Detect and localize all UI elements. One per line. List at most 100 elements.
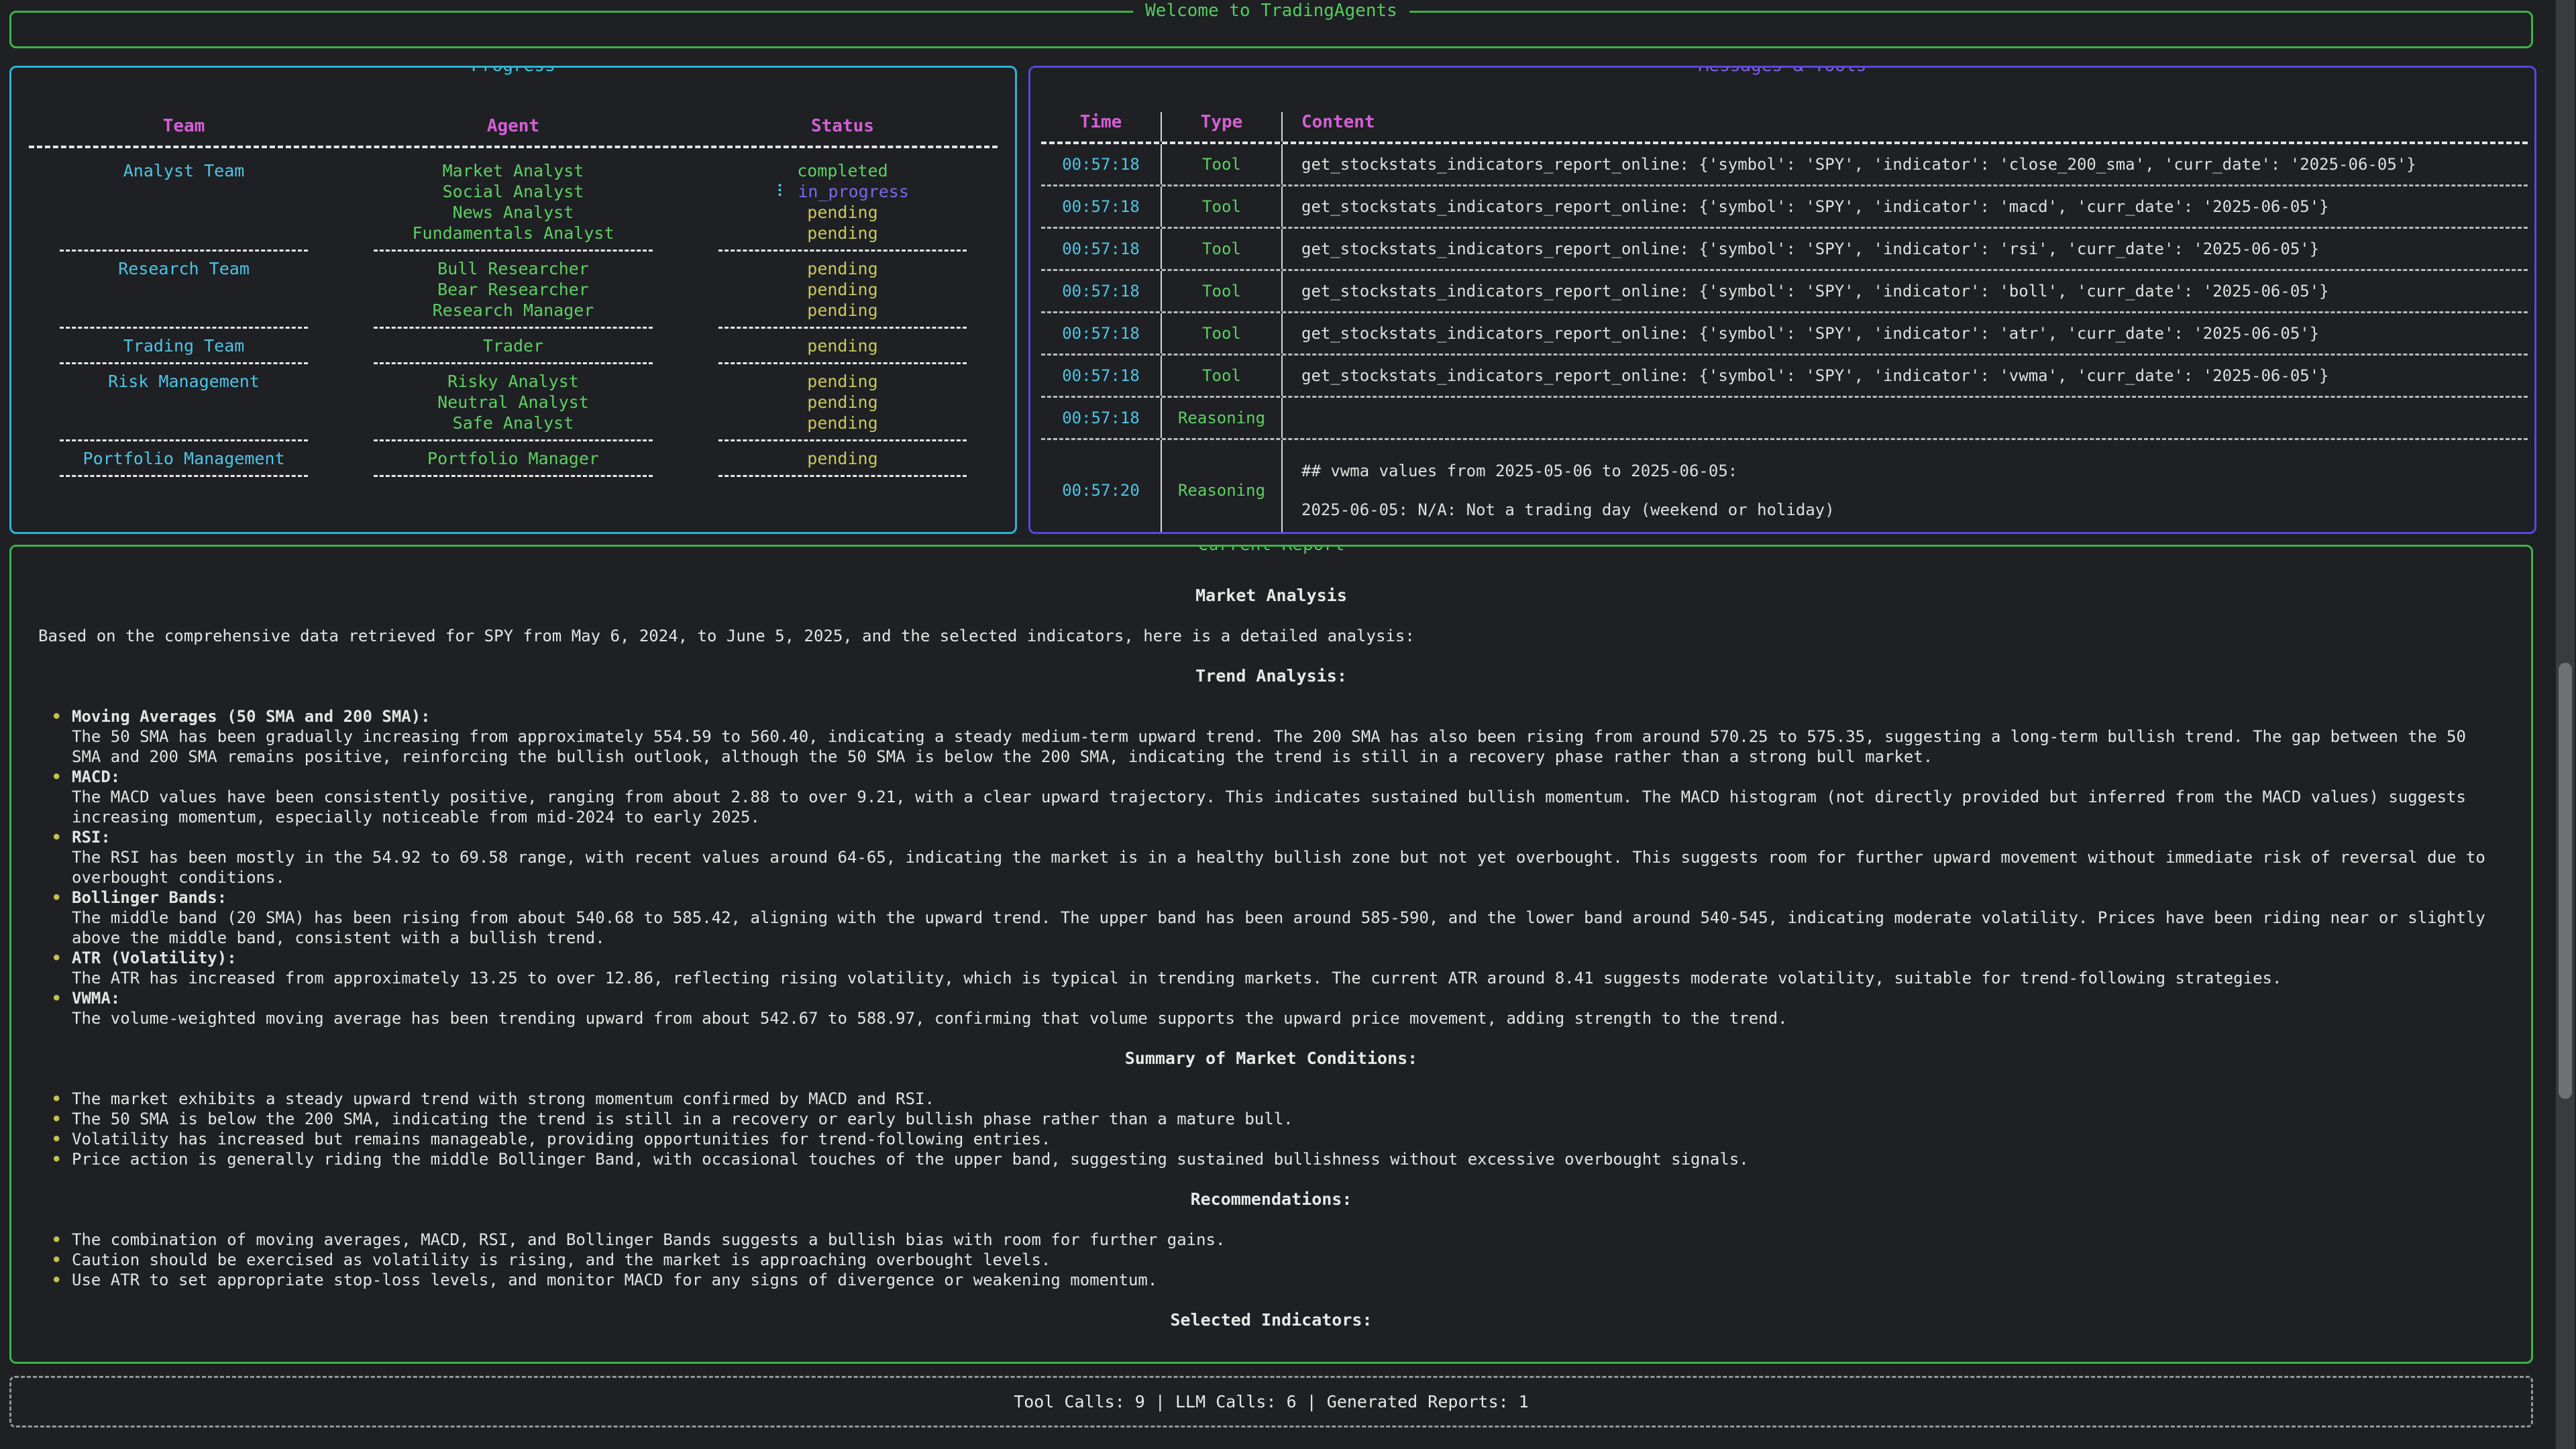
status-badge: pending — [688, 371, 998, 392]
status-badge: pending — [688, 413, 998, 433]
message-content: get_stockstats_indicators_report_online:… — [1281, 271, 2528, 311]
message-content: get_stockstats_indicators_report_online:… — [1281, 356, 2528, 396]
agent-label: Social Analyst — [339, 181, 688, 202]
message-row: 00:57:18 Tool get_stockstats_indicators_… — [1041, 313, 2528, 354]
progress-col-status: Status — [688, 116, 998, 146]
agent-label: Safe Analyst — [339, 413, 688, 433]
scrollbar-thumb[interactable] — [2559, 663, 2572, 1099]
message-row: 00:57:18 Tool get_stockstats_indicators_… — [1041, 271, 2528, 311]
status-badge: pending — [688, 392, 998, 413]
report-heading-market-analysis: Market Analysis — [38, 586, 2504, 606]
report-bullet-macd: MACD: The MACD values have been consiste… — [38, 767, 2504, 827]
team-label: Risk Management — [29, 371, 339, 392]
message-time: 00:57:18 — [1041, 229, 1161, 269]
welcome-banner: Welcome to TradingAgents — [9, 11, 2533, 48]
report-summary-bullet: The market exhibits a steady upward tren… — [38, 1089, 2504, 1109]
progress-table-header: Team Agent Status — [29, 116, 998, 146]
report-heading-summary: Summary of Market Conditions: — [38, 1049, 2504, 1069]
message-type: Tool — [1161, 144, 1281, 184]
message-row: 00:57:18 Tool get_stockstats_indicators_… — [1041, 229, 2528, 269]
status-badge: ⠇in_progress — [688, 181, 998, 202]
report-heading-trend-analysis: Trend Analysis: — [38, 666, 2504, 686]
report-summary-bullet: Volatility has increased but remains man… — [38, 1129, 2504, 1149]
section-separator — [29, 475, 998, 477]
section-separator — [29, 327, 998, 329]
progress-row-market-analyst: Analyst Team Market Analyst completed — [29, 160, 998, 181]
message-type: Reasoning — [1161, 398, 1281, 438]
message-content: get_stockstats_indicators_report_online:… — [1281, 313, 2528, 354]
progress-col-team: Team — [29, 116, 339, 146]
message-content: ## vwma values from 2025-05-06 to 2025-0… — [1281, 440, 2528, 534]
welcome-banner-title: Welcome to TradingAgents — [1133, 1, 1409, 21]
message-type: Tool — [1161, 271, 1281, 311]
agent-label: Trader — [339, 335, 688, 356]
message-type: Tool — [1161, 229, 1281, 269]
progress-row-trader: Trading Team Trader pending — [29, 335, 998, 356]
progress-row-portfolio-manager: Portfolio Management Portfolio Manager p… — [29, 448, 998, 469]
messages-tools-panel-title: Messages & Tools — [1686, 66, 1878, 76]
message-time: 00:57:18 — [1041, 356, 1161, 396]
report-heading-recommendations: Recommendations: — [38, 1189, 2504, 1210]
message-time: 00:57:18 — [1041, 186, 1161, 227]
progress-row-bear-researcher: Bear Researcher pending — [29, 279, 998, 300]
messages-table: Time Type Content 00:57:18 Tool get_stoc… — [1030, 68, 2534, 534]
message-type: Tool — [1161, 186, 1281, 227]
message-content — [1281, 398, 2528, 438]
report-intro: Based on the comprehensive data retrieve… — [38, 626, 2504, 646]
section-separator — [29, 362, 998, 364]
progress-row-social-analyst: Social Analyst ⠇in_progress — [29, 181, 998, 202]
team-label: Trading Team — [29, 335, 339, 356]
agent-label: Neutral Analyst — [339, 392, 688, 413]
team-label: Portfolio Management — [29, 448, 339, 469]
message-content: get_stockstats_indicators_report_online:… — [1281, 186, 2528, 227]
current-report-panel: Current Report Market Analysis Based on … — [9, 545, 2533, 1364]
status-badge: pending — [688, 258, 998, 279]
report-bullet-atr: ATR (Volatility): The ATR has increased … — [38, 948, 2504, 988]
messages-table-header: Time Type Content — [1041, 112, 2528, 142]
section-separator — [29, 250, 998, 252]
message-row: 00:57:18 Reasoning — [1041, 398, 2528, 438]
progress-table: Team Agent Status Analyst Team Market An… — [11, 68, 1015, 477]
message-content: get_stockstats_indicators_report_online:… — [1281, 229, 2528, 269]
agent-label: Fundamentals Analyst — [339, 223, 688, 244]
messages-col-content: Content — [1281, 112, 2528, 142]
report-heading-selected-indicators: Selected Indicators: — [38, 1310, 2504, 1330]
message-time: 00:57:20 — [1041, 440, 1161, 534]
messages-col-type: Type — [1161, 112, 1281, 142]
spinner-icon: ⠇ — [776, 182, 788, 201]
progress-row-fundamentals-analyst: Fundamentals Analyst pending — [29, 223, 998, 244]
report-body: Market Analysis Based on the comprehensi… — [11, 547, 2531, 1330]
progress-col-agent: Agent — [339, 116, 688, 146]
progress-row-risky-analyst: Risk Management Risky Analyst pending — [29, 371, 998, 392]
report-recommendation-bullet: The combination of moving averages, MACD… — [38, 1230, 2504, 1250]
status-badge: pending — [688, 448, 998, 469]
team-label: Research Team — [29, 258, 339, 279]
agent-label: Bull Researcher — [339, 258, 688, 279]
report-summary-bullet: The 50 SMA is below the 200 SMA, indicat… — [38, 1109, 2504, 1129]
progress-panel-title: Progress — [459, 66, 567, 76]
report-bullet-moving-averages: Moving Averages (50 SMA and 200 SMA): Th… — [38, 706, 2504, 767]
message-time: 00:57:18 — [1041, 144, 1161, 184]
stats-bar: Tool Calls: 9 | LLM Calls: 6 | Generated… — [9, 1376, 2533, 1428]
message-type: Tool — [1161, 356, 1281, 396]
message-type: Tool — [1161, 313, 1281, 354]
report-bullet-bollinger: Bollinger Bands: The middle band (20 SMA… — [38, 888, 2504, 948]
status-badge: completed — [688, 160, 998, 181]
message-row: 00:57:18 Tool get_stockstats_indicators_… — [1041, 144, 2528, 184]
scrollbar-track[interactable] — [2556, 0, 2575, 1449]
report-bullet-vwma: VWMA: The volume-weighted moving average… — [38, 988, 2504, 1028]
message-time: 00:57:18 — [1041, 398, 1161, 438]
message-row: 00:57:18 Tool get_stockstats_indicators_… — [1041, 186, 2528, 227]
message-row: 00:57:20 Reasoning ## vwma values from 2… — [1041, 440, 2528, 534]
message-time: 00:57:18 — [1041, 313, 1161, 354]
report-summary-bullet: Price action is generally riding the mid… — [38, 1149, 2504, 1169]
agent-label: Portfolio Manager — [339, 448, 688, 469]
stats-text: Tool Calls: 9 | LLM Calls: 6 | Generated… — [1014, 1392, 1529, 1411]
agent-label: News Analyst — [339, 202, 688, 223]
status-badge: pending — [688, 300, 998, 321]
messages-col-time: Time — [1041, 112, 1161, 142]
message-time: 00:57:18 — [1041, 271, 1161, 311]
agent-label: Bear Researcher — [339, 279, 688, 300]
progress-row-neutral-analyst: Neutral Analyst pending — [29, 392, 998, 413]
current-report-panel-title: Current Report — [1185, 545, 1356, 555]
